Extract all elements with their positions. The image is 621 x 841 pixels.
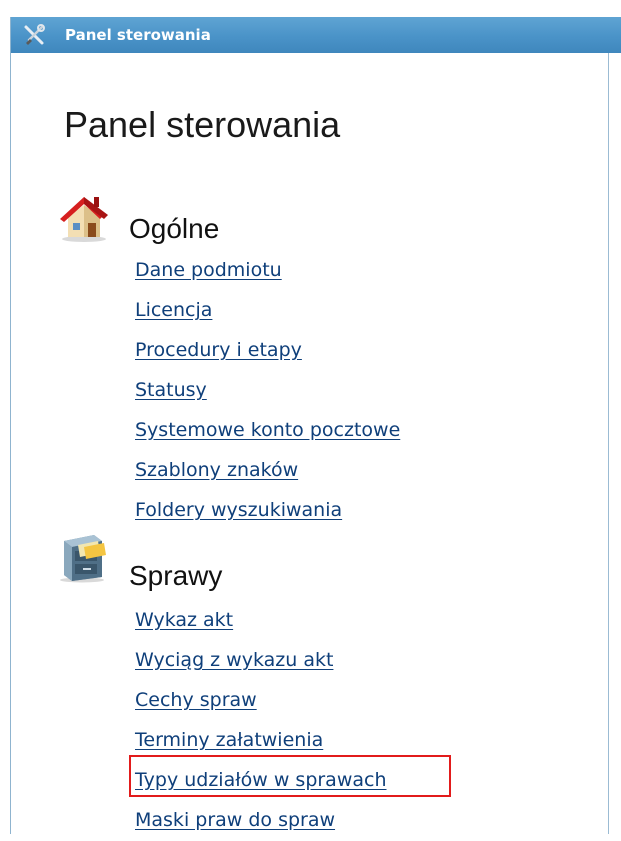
tools-icon (24, 24, 45, 45)
link-statusy[interactable]: Statusy (135, 379, 207, 401)
link-terminy-zalatwienia[interactable]: Terminy załatwienia (135, 729, 323, 751)
list-item: Wykaz akt (135, 600, 387, 640)
link-procedury-i-etapy[interactable]: Procedury i etapy (135, 339, 302, 361)
list-item: Maski praw do spraw (135, 800, 387, 840)
list-item: Statusy (135, 370, 400, 410)
list-item: Procedury i etapy (135, 330, 400, 370)
link-foldery-wyszukiwania[interactable]: Foldery wyszukiwania (135, 499, 342, 521)
section-heading-sprawy: Sprawy (129, 560, 223, 591)
content-border (608, 53, 609, 834)
list-item: Licencja (135, 290, 400, 330)
section-heading-ogolne: Ogólne (129, 213, 220, 244)
window-title: Panel sterowania (65, 26, 211, 44)
link-cechy-spraw[interactable]: Cechy spraw (135, 689, 257, 711)
list-item: Foldery wyszukiwania (135, 490, 400, 530)
file-cabinet-icon (60, 535, 106, 583)
window-titlebar: Panel sterowania (11, 17, 621, 53)
page-title: Panel sterowania (64, 104, 341, 145)
house-icon (60, 197, 108, 242)
link-wykaz-akt[interactable]: Wykaz akt (135, 609, 233, 631)
ogolne-link-list: Dane podmiotu Licencja Procedury i etapy… (135, 250, 400, 530)
link-systemowe-konto-pocztowe[interactable]: Systemowe konto pocztowe (135, 419, 400, 441)
link-licencja[interactable]: Licencja (135, 299, 212, 321)
highlight-box (129, 755, 451, 797)
link-szablony-znakow[interactable]: Szablony znaków (135, 459, 298, 481)
sprawy-link-list: Wykaz akt Wyciąg z wykazu akt Cechy spra… (135, 600, 387, 840)
control-panel-window: Panel sterowania Panel sterowania Ogólne… (10, 17, 621, 834)
link-dane-podmiotu[interactable]: Dane podmiotu (135, 259, 282, 281)
link-wyciag-z-wykazu-akt[interactable]: Wyciąg z wykazu akt (135, 649, 333, 671)
list-item: Szablony znaków (135, 450, 400, 490)
list-item: Cechy spraw (135, 680, 387, 720)
list-item: Dane podmiotu (135, 250, 400, 290)
list-item: Terminy załatwienia (135, 720, 387, 760)
link-maski-praw-do-spraw[interactable]: Maski praw do spraw (135, 809, 335, 831)
list-item: Systemowe konto pocztowe (135, 410, 400, 450)
list-item: Wyciąg z wykazu akt (135, 640, 387, 680)
